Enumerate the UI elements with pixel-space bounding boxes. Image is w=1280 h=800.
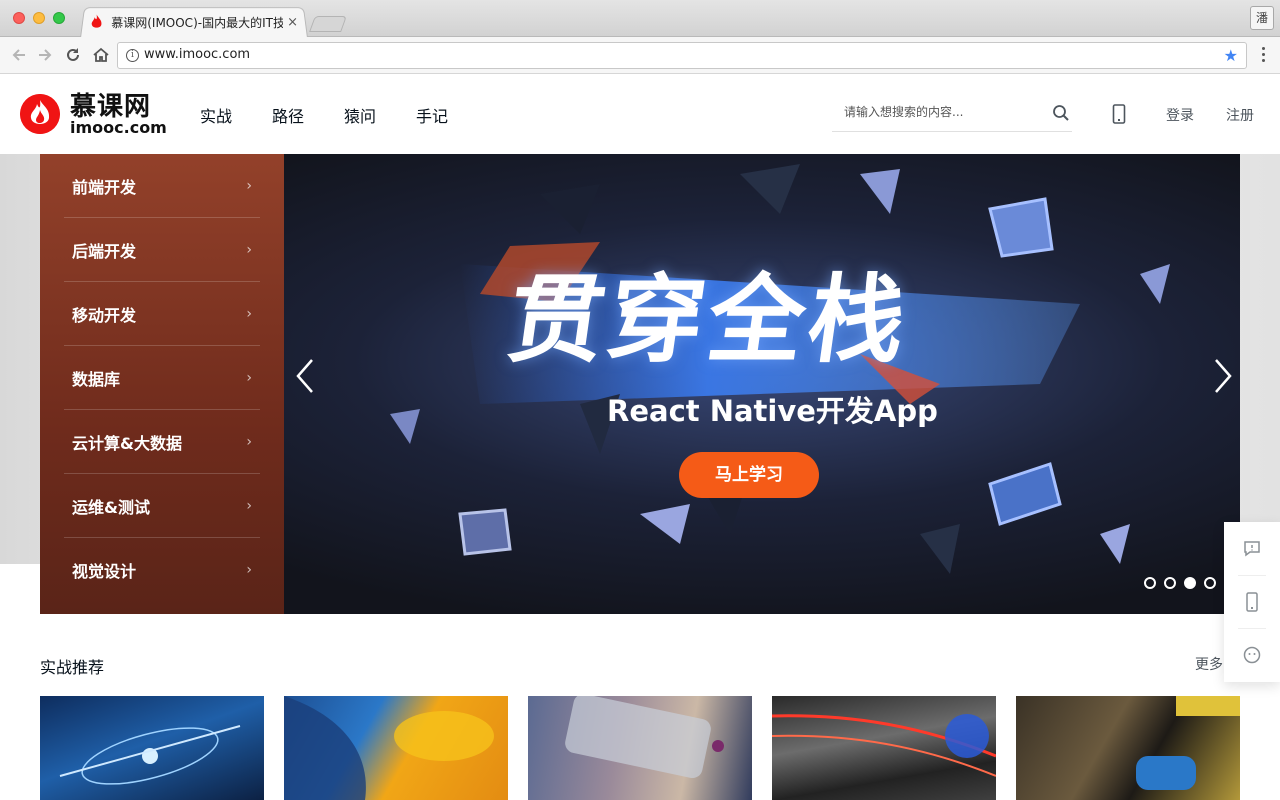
category-label: 移动开发: [72, 305, 137, 325]
flame-logo-icon: [20, 94, 60, 134]
mobile-icon: [1246, 591, 1258, 612]
flame-favicon-icon: [91, 14, 102, 28]
nav-item-notes[interactable]: 手记: [416, 103, 448, 127]
tab-title: 慕课网(IMOOC)-国内最大的IT技: [111, 15, 284, 30]
logo-text-en: imooc.com: [70, 118, 167, 137]
banner-subtitle: React Native开发App: [607, 394, 938, 428]
carousel-dot[interactable]: [1184, 577, 1196, 589]
category-cloud-bigdata[interactable]: 云计算&大数据 ›: [64, 410, 260, 474]
maximize-window-button[interactable]: [53, 12, 65, 24]
home-icon[interactable]: [92, 46, 110, 64]
search-input[interactable]: [842, 104, 1042, 120]
address-url[interactable]: www.imooc.com: [144, 47, 250, 62]
category-label: 数据库: [72, 369, 121, 389]
course-card-image: [772, 714, 996, 777]
address-bar[interactable]: i www.imooc.com ★: [117, 42, 1247, 69]
star-icon[interactable]: ★: [1224, 46, 1238, 65]
category-label: 云计算&大数据: [72, 433, 182, 453]
main-nav: 实战 路径 猿问 手记: [200, 103, 448, 127]
carousel-dots: [1144, 577, 1216, 589]
browser-menu-icon[interactable]: [1262, 47, 1266, 65]
feedback-icon: [1244, 540, 1260, 556]
category-visual-design[interactable]: 视觉设计 ›: [64, 538, 260, 602]
category-ops-testing[interactable]: 运维&测试 ›: [64, 474, 260, 538]
chevron-right-icon: ›: [246, 562, 252, 578]
chat-icon: [1243, 646, 1261, 663]
category-mobile[interactable]: 移动开发 ›: [64, 282, 260, 346]
category-database[interactable]: 数据库 ›: [64, 346, 260, 410]
course-card[interactable]: [772, 696, 996, 800]
section-title: 实战推荐: [40, 658, 105, 677]
course-card[interactable]: [1016, 696, 1240, 800]
more-link[interactable]: 更多: [1195, 654, 1223, 674]
nav-item-path[interactable]: 路径: [272, 103, 304, 127]
register-link[interactable]: 注册: [1226, 105, 1254, 125]
chevron-left-icon[interactable]: [292, 354, 322, 398]
course-card-image: [565, 696, 724, 779]
category-label: 视觉设计: [72, 562, 137, 581]
chevron-right-icon: ›: [246, 241, 252, 258]
site-logo[interactable]: 慕课网 imooc.com: [20, 92, 170, 138]
site-header: 慕课网 imooc.com 实战 路径 猿问 手记 登录 注册: [0, 74, 1280, 154]
chat-button[interactable]: [1224, 628, 1280, 681]
app-download-button[interactable]: [1224, 575, 1280, 628]
page-content: 慕课网 imooc.com 实战 路径 猿问 手记 登录 注册: [0, 74, 1280, 800]
browser-titlebar: 慕课网(IMOOC)-国内最大的IT技 × 潘: [0, 0, 1280, 39]
category-label: 前端开发: [72, 177, 137, 197]
search-icon[interactable]: [1052, 104, 1070, 122]
chevron-right-icon: ›: [246, 433, 252, 450]
floating-toolbar: [1224, 522, 1280, 682]
minimize-window-button[interactable]: [33, 12, 45, 24]
close-window-button[interactable]: [13, 12, 25, 24]
course-card-image: [59, 725, 241, 785]
chevron-right-icon[interactable]: [1206, 354, 1236, 398]
search-box: [832, 98, 1072, 132]
category-frontend[interactable]: 前端开发 ›: [64, 154, 260, 218]
phone-icon[interactable]: [1112, 104, 1126, 124]
nav-item-practice[interactable]: 实战: [200, 103, 232, 127]
chevron-right-icon: ›: [246, 497, 252, 514]
hero-banner[interactable]: 前端开发 › 后端开发 › 移动开发 › 数据库 › 云计算&大数据 › 运维&…: [40, 154, 1240, 614]
browser-tab[interactable]: 慕课网(IMOOC)-国内最大的IT技 ×: [80, 6, 308, 38]
carousel-dot[interactable]: [1164, 577, 1176, 589]
course-card[interactable]: [40, 696, 264, 800]
course-card[interactable]: [528, 696, 752, 800]
banner-title: 贯穿全栈: [500, 264, 917, 376]
new-tab-button[interactable]: [309, 16, 347, 32]
category-label: 后端开发: [72, 241, 137, 261]
login-link[interactable]: 登录: [1166, 105, 1194, 125]
feedback-button[interactable]: [1224, 522, 1280, 575]
info-icon[interactable]: i: [126, 49, 139, 62]
chevron-right-icon: ›: [246, 305, 252, 322]
course-card[interactable]: [284, 696, 508, 800]
course-card-image: [1136, 696, 1240, 790]
category-label: 运维&测试: [72, 497, 150, 517]
nav-item-qa[interactable]: 猿问: [344, 103, 376, 127]
category-menu: 前端开发 › 后端开发 › 移动开发 › 数据库 › 云计算&大数据 › 运维&…: [40, 154, 284, 614]
carousel-dot[interactable]: [1204, 577, 1216, 589]
chevron-right-icon: ›: [246, 369, 252, 386]
forward-arrow-icon[interactable]: [36, 46, 54, 64]
tab-close-icon[interactable]: ×: [287, 15, 298, 30]
chevron-right-icon: ›: [246, 177, 252, 194]
reload-icon[interactable]: [64, 46, 82, 64]
carousel-dot[interactable]: [1144, 577, 1156, 589]
back-arrow-icon[interactable]: [10, 46, 28, 64]
profile-button[interactable]: 潘: [1250, 6, 1274, 30]
course-card-image: [284, 696, 494, 800]
learn-now-button[interactable]: 马上学习: [679, 452, 819, 498]
category-backend[interactable]: 后端开发 ›: [64, 218, 260, 282]
